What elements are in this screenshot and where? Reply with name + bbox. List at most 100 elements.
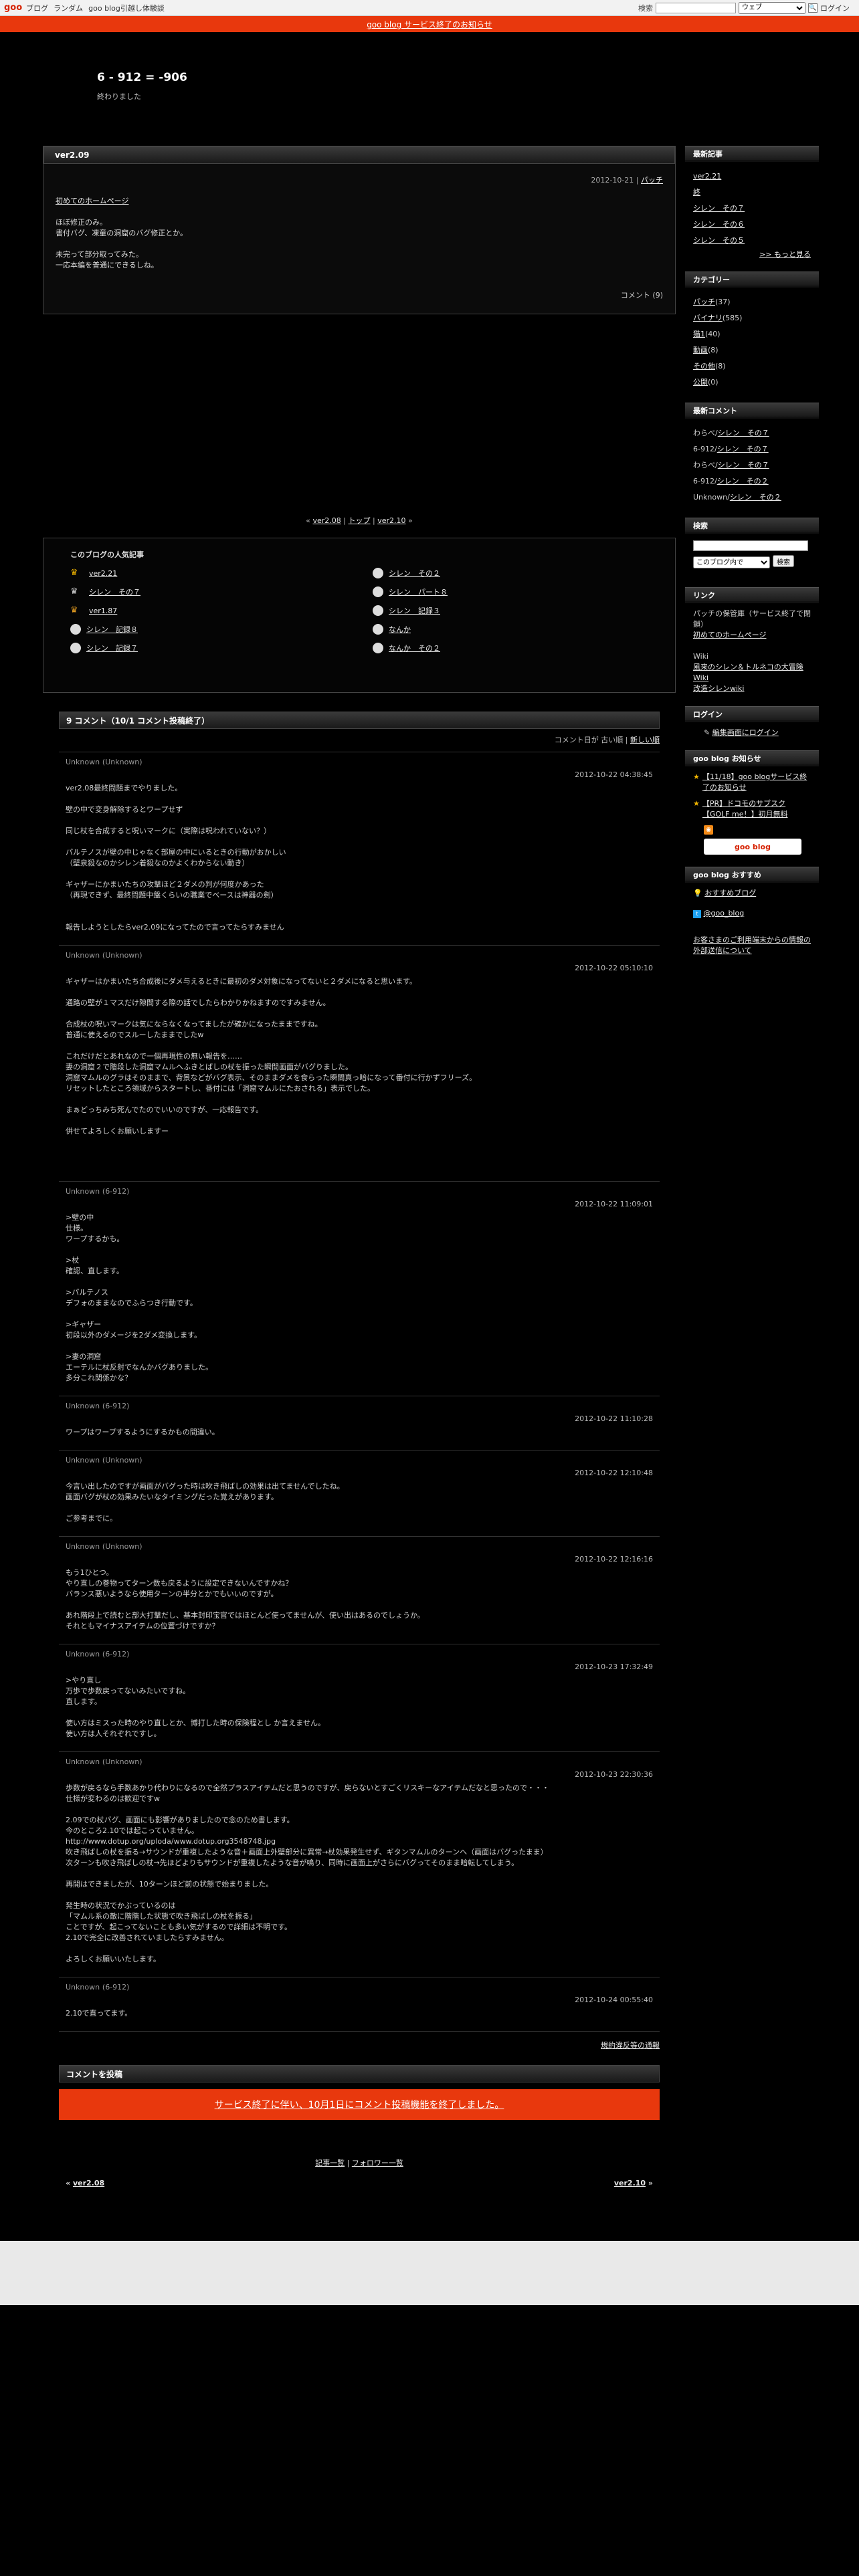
rc-link[interactable]: シレン その７ (718, 429, 769, 437)
popular-link[interactable]: なんか その２ (389, 643, 440, 653)
side-category: カテゴリー パッチ(37) バイナリ(585) 猫1(40) 動画(8) その他… (685, 272, 819, 391)
footer-next-link[interactable]: ver2.10 (614, 2179, 646, 2187)
entry: ver2.09 2012-10-21 | パッチ 初めてのホームページ ほぼ修正… (43, 146, 676, 314)
category-link[interactable]: 動画 (693, 346, 708, 354)
recent-link[interactable]: シレン その５ (693, 236, 745, 245)
nav-blog[interactable]: ブログ (26, 3, 48, 13)
category-count: (40) (705, 330, 721, 338)
popular-link[interactable]: シレン その７ (89, 586, 140, 597)
sort-new-link[interactable]: 新しい順 (630, 736, 660, 744)
rank-dot-icon (373, 586, 383, 597)
report-link[interactable]: 規約違反等の通報 (601, 2041, 660, 2050)
report-area: 規約違反等の通報 (59, 2031, 660, 2058)
popular-item: ♛ ver1.87 (70, 605, 346, 616)
entry-pager: « ver2.08 | トップ | ver2.10 » (306, 516, 413, 525)
entry-title[interactable]: ver2.09 (43, 146, 675, 164)
recent-link[interactable]: ver2.21 (693, 172, 721, 181)
category-link[interactable]: 猫1 (693, 330, 705, 338)
recent-link[interactable]: 終 (693, 188, 700, 197)
recent-link[interactable]: シレン その７ (693, 204, 745, 213)
blog-search-button[interactable]: 検索 (773, 554, 794, 567)
link-homepage[interactable]: 初めてのホームページ (693, 631, 766, 639)
rc-link[interactable]: シレン その２ (730, 493, 781, 502)
footer-prev-link[interactable]: ver2.08 (73, 2179, 104, 2187)
search-scope-select[interactable]: ウェブ (739, 1, 805, 14)
rank-dot-icon (70, 643, 81, 653)
nav-random[interactable]: ランダム (54, 3, 83, 13)
info-link[interactable]: 【11/18】goo blogサービス終了のお知らせ (702, 772, 811, 793)
nav-migration[interactable]: goo blog引越し体験談 (88, 3, 165, 13)
info-link[interactable]: 【PR】ドコモのサブスク【GOLF me！】初月無料 (702, 798, 811, 820)
popular-link[interactable]: ver2.21 (89, 569, 117, 578)
category-link[interactable]: バイナリ (693, 314, 723, 322)
entry-date: 2012-10-21 (591, 176, 634, 185)
rc-link[interactable]: シレン その７ (717, 445, 769, 453)
layout: ver2.09 2012-10-21 | パッチ 初めてのホームページ ほぼ修正… (0, 146, 859, 2187)
rc-link[interactable]: シレン その２ (717, 477, 769, 486)
popular-item: シレン 記録８ (70, 624, 346, 635)
rc-link[interactable]: シレン その７ (718, 461, 769, 469)
popular-link[interactable]: シレン その２ (389, 568, 440, 578)
popular-link[interactable]: シレン 記録７ (86, 643, 138, 653)
blog-search-input[interactable] (693, 540, 808, 551)
entry-list-link[interactable]: 記事一覧 (315, 2159, 345, 2167)
comment-author: Unknown (Unknown) (66, 1757, 142, 1766)
comment-list: Unknown (Unknown) 2012-10-22 04:38:45 ver2… (59, 752, 660, 2031)
search-submit-icon[interactable]: 🔍 (808, 3, 818, 13)
popular-link[interactable]: シレン 記録８ (86, 624, 138, 635)
side-recent-comments-title: 最新コメント (685, 403, 819, 419)
more-link[interactable]: >> もっと見る (759, 250, 811, 259)
category-link[interactable]: 公開 (693, 378, 708, 387)
goo-logo[interactable]: goo (4, 3, 22, 13)
goo-blog-button[interactable]: goo blog (704, 839, 801, 855)
rc-author: わらべ/ (693, 429, 718, 437)
popular-item: シレン 記録７ (70, 643, 346, 653)
entry-link[interactable]: 初めてのホームページ (56, 197, 128, 205)
comment-date: 2012-10-22 12:10:48 (575, 1469, 653, 1477)
comment-date: 2012-10-22 12:16:16 (575, 1555, 653, 1564)
top-link[interactable]: トップ (349, 516, 371, 525)
footer-pager: « ver2.08 ver2.10 » (66, 2179, 653, 2187)
follower-list-link[interactable]: フォロワー一覧 (352, 2159, 403, 2167)
rc-author: わらべ/ (693, 461, 718, 469)
comments-title: 9 コメント（10/1 コメント投稿終了） (59, 712, 660, 729)
twitter-icon: t (693, 910, 701, 918)
next-entry-link[interactable]: ver2.10 (377, 516, 405, 525)
prev-entry-link[interactable]: ver2.08 (313, 516, 341, 525)
entry-category[interactable]: パッチ (641, 176, 663, 185)
comment: Unknown (6-912) 2012-10-23 17:32:49 >やり直し … (59, 1644, 660, 1751)
comment-text: 歩数が戻るなら手数あかり代わりになるので全然プラスアイテムだと思うのですが、戻ら… (66, 1784, 550, 1963)
link-wiki1[interactable]: 風来のシレン＆トルネコの大冒険 Wiki (693, 663, 803, 682)
twitter-link[interactable]: @goo_blog (704, 909, 745, 918)
privacy-notice-link[interactable]: お客さまのご利用端末からの情報の外部送信について (693, 936, 811, 955)
category-link[interactable]: パッチ (693, 298, 715, 306)
login-link[interactable]: ログイン (820, 3, 850, 13)
service-notice-link[interactable]: goo blog サービス終了のお知らせ (367, 19, 492, 30)
pencil-icon: ✎ (704, 728, 710, 737)
link-wiki2[interactable]: 改造シレンwiki (693, 684, 744, 693)
popular-item: なんか その２ (373, 643, 648, 653)
popular-link[interactable]: なんか (389, 624, 411, 635)
edit-login-link[interactable]: 編集画面にログイン (712, 728, 779, 737)
comment-text: 2.10で直ってます。 (66, 2009, 132, 2018)
popular-link[interactable]: シレン パート８ (389, 586, 448, 597)
side-info: goo blog お知らせ ★ 【11/18】goo blogサービス終了のお知ら… (685, 750, 819, 855)
blog-search-scope[interactable]: このブログ内で (693, 556, 770, 568)
popular-item: ♛ シレン その７ (70, 586, 346, 597)
recent-link[interactable]: シレン その６ (693, 220, 745, 229)
global-search-input[interactable] (656, 2, 736, 13)
side-info-title: goo blog お知らせ (685, 750, 819, 766)
side-login-title: ログイン (685, 706, 819, 722)
silver-crown-icon: ♛ (70, 586, 78, 597)
recommend-link[interactable]: おすすめブログ (704, 889, 756, 897)
popular-link[interactable]: ver1.87 (89, 607, 117, 615)
comment: Unknown (6-912) 2012-10-22 11:10:28 ワープはワー… (59, 1396, 660, 1450)
category-count: (0) (708, 378, 719, 387)
popular-link[interactable]: シレン 記録３ (389, 605, 440, 616)
entry-comment-link[interactable]: コメント (9) (621, 290, 663, 300)
category-link[interactable]: その他 (693, 362, 715, 370)
comment-text: ワープはワープするようにするかもの間違い。 (66, 1428, 219, 1436)
rss-icon[interactable]: ◉ (704, 825, 713, 835)
blog-title[interactable]: 6 - 912 = -906 (97, 71, 859, 84)
comment-closed-link[interactable]: サービス終了に伴い、10月1日にコメント投稿機能を終了しました。 (215, 2098, 504, 2111)
